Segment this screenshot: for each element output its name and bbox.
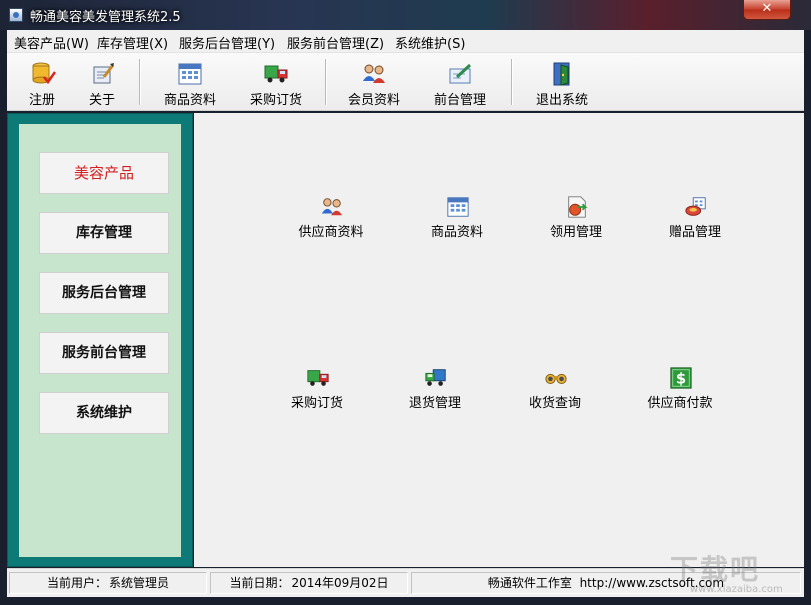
gift-icon — [684, 195, 708, 219]
front-desk-icon — [447, 61, 473, 87]
members-icon — [361, 61, 387, 87]
watermark-text: 下载吧 — [670, 553, 761, 586]
purchase-truck-icon — [306, 366, 330, 390]
func-return-goods-label: 退货管理 — [408, 396, 461, 411]
register-button[interactable]: 注册 — [19, 53, 65, 110]
toolbar-separator — [139, 59, 140, 105]
toolbar-separator — [511, 59, 512, 105]
member-info-button[interactable]: 会员资料 — [341, 53, 407, 110]
sidebar: 美容产品 库存管理 服务后台管理 服务前台管理 系统维护 — [19, 124, 181, 557]
register-label: 注册 — [28, 93, 55, 108]
purchase-order-toolbar-label: 采购订货 — [249, 93, 302, 108]
status-user-label: 当前用户： — [46, 576, 107, 590]
member-info-label: 会员资料 — [347, 93, 400, 108]
menu-system-maintenance[interactable]: 系统维护(S) — [395, 33, 465, 52]
front-desk-button[interactable]: 前台管理 — [427, 53, 493, 110]
menu-beauty-products[interactable]: 美容产品(W) — [14, 33, 89, 52]
func-product-info-label: 商品资料 — [430, 225, 483, 240]
binoculars-icon — [544, 366, 568, 390]
close-button[interactable]: ✕ — [743, 0, 791, 20]
svg-text:$: $ — [676, 371, 686, 388]
exit-door-icon — [549, 61, 575, 87]
toolbar: 注册 关于 商品资料 采购订货 会员资料 前台管理 退出系统 — [7, 53, 804, 111]
sidebar-frame: 美容产品 库存管理 服务后台管理 服务前台管理 系统维护 — [7, 113, 193, 567]
watermark-url: www.xiazaiba.com — [690, 584, 783, 595]
exit-system-label: 退出系统 — [535, 93, 588, 108]
func-receiving-query-label: 收货查询 — [528, 396, 581, 411]
purchase-order-toolbar-button[interactable]: 采购订货 — [243, 53, 309, 110]
about-button[interactable]: 关于 — [79, 53, 125, 110]
about-label: 关于 — [88, 93, 115, 108]
supplier-icon — [320, 195, 344, 219]
title-bar: 畅通美容美发管理系统2.5 ✕ — [0, 0, 811, 30]
status-date-label: 当前日期： — [229, 576, 290, 590]
exit-system-button[interactable]: 退出系统 — [529, 53, 595, 110]
sidebar-item-service-frontdesk[interactable]: 服务前台管理 — [39, 332, 169, 374]
product-info-toolbar-label: 商品资料 — [163, 93, 216, 108]
requisition-icon — [565, 195, 589, 219]
product-info-icon — [177, 61, 203, 87]
func-supplier-payment-label: 供应商付款 — [647, 396, 713, 411]
purchase-truck-icon — [263, 61, 289, 87]
status-current-date: 当前日期： 2014年09月02日 — [210, 572, 408, 594]
register-icon — [30, 61, 56, 87]
func-supplier-info-label: 供应商资料 — [298, 225, 364, 240]
product-info-toolbar-button[interactable]: 商品资料 — [157, 53, 223, 110]
main-panel: 供应商资料 商品资料 领用管理 赠品管理 采购订货 退货管理 收货查询 $ 供应… — [194, 113, 804, 567]
func-gift-label: 赠品管理 — [668, 225, 721, 240]
status-current-user: 当前用户： 系统管理员 — [9, 572, 207, 594]
func-purchase-order-label: 采购订货 — [290, 396, 343, 411]
status-vendor-name: 畅通软件工作室 — [487, 576, 572, 590]
toolbar-separator — [325, 59, 326, 105]
menu-bar: 美容产品(W) 库存管理(X) 服务后台管理(Y) 服务前台管理(Z) 系统维护… — [7, 30, 804, 53]
window-title: 畅通美容美发管理系统2.5 — [30, 10, 181, 25]
status-user-value: 系统管理员 — [109, 576, 170, 590]
sidebar-item-system-maintenance[interactable]: 系统维护 — [39, 392, 169, 434]
menu-service-backend[interactable]: 服务后台管理(Y) — [179, 33, 275, 52]
product-info-icon — [446, 195, 470, 219]
return-truck-icon — [424, 366, 448, 390]
app-logo-icon — [9, 8, 23, 22]
sidebar-item-service-backend[interactable]: 服务后台管理 — [39, 272, 169, 314]
dollar-icon: $ — [669, 366, 693, 390]
app-window: 畅通美容美发管理系统2.5 ✕ 美容产品(W) 库存管理(X) 服务后台管理(Y… — [0, 0, 811, 605]
menu-service-frontdesk[interactable]: 服务前台管理(Z) — [287, 33, 384, 52]
menu-inventory[interactable]: 库存管理(X) — [97, 33, 168, 52]
func-requisition-label: 领用管理 — [549, 225, 602, 240]
front-desk-label: 前台管理 — [433, 93, 486, 108]
status-date-value: 2014年09月02日 — [291, 576, 389, 590]
sidebar-item-inventory[interactable]: 库存管理 — [39, 212, 169, 254]
about-icon — [90, 61, 116, 87]
sidebar-item-beauty-products[interactable]: 美容产品 — [39, 152, 169, 194]
